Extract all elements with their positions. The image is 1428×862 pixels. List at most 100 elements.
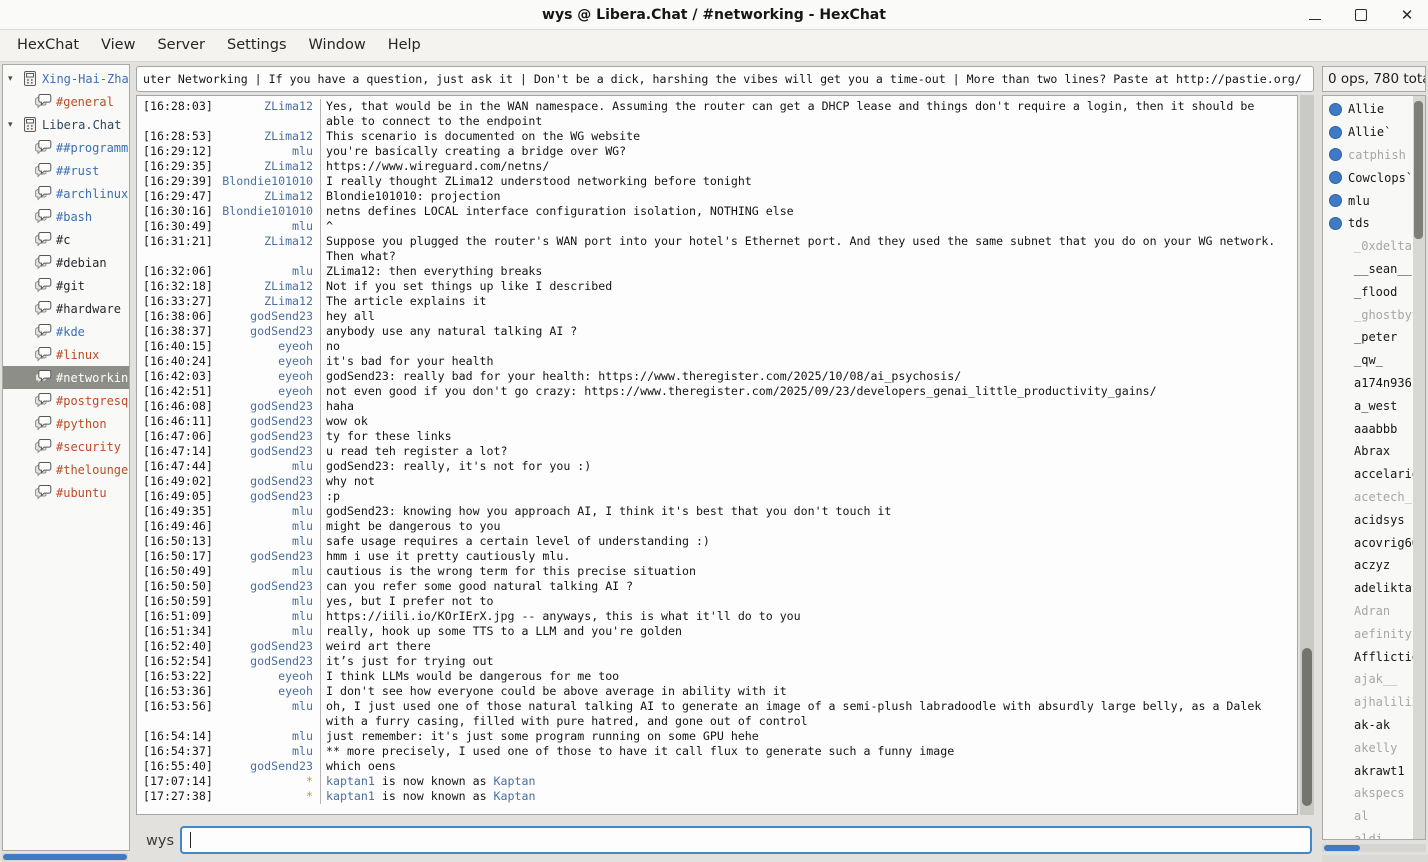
- tree-channel-row[interactable]: #ubuntu: [3, 481, 129, 504]
- chat-nick: Blondie101010: [221, 174, 313, 189]
- chat-nick: ZLima12: [221, 189, 313, 204]
- chat-message: Not if you set things up like I describe…: [320, 279, 1297, 294]
- tree-channel-row[interactable]: #hardware: [3, 297, 129, 320]
- message-part: is now known as: [375, 774, 494, 788]
- tree-channel-row[interactable]: #debian: [3, 251, 129, 274]
- user-list-item[interactable]: akelly: [1323, 736, 1425, 759]
- chat-message: ^: [320, 219, 1297, 234]
- close-button[interactable]: ✕: [1398, 6, 1416, 24]
- user-list-item[interactable]: aldi: [1323, 828, 1425, 841]
- window-controls: ✕: [1306, 0, 1416, 30]
- user-list-item[interactable]: _flood: [1323, 280, 1425, 303]
- chat-timestamp: [17:07:14]: [137, 774, 221, 789]
- chat-timestamp: [16:47:14]: [137, 444, 221, 459]
- scrollbar-thumb[interactable]: [1414, 101, 1423, 239]
- user-list-item[interactable]: a174n936: [1323, 372, 1425, 395]
- menu-item-window[interactable]: Window: [298, 30, 377, 61]
- scrollbar-thumb[interactable]: [1324, 845, 1360, 851]
- chat-message: godSend23: really bad for your health: h…: [320, 369, 1297, 384]
- user-list-item[interactable]: acovrig60: [1323, 531, 1425, 554]
- chat-nick: mlu: [221, 699, 313, 729]
- menu-item-view[interactable]: View: [90, 30, 146, 61]
- user-list-item[interactable]: Affliction: [1323, 645, 1425, 668]
- tree-channel-row[interactable]: ##rust: [3, 159, 129, 182]
- menu-item-settings[interactable]: Settings: [216, 30, 297, 61]
- tree-server-row[interactable]: ▾Libera.Chat: [3, 113, 129, 136]
- menu-item-server[interactable]: Server: [146, 30, 216, 61]
- user-list-item[interactable]: Allie: [1323, 98, 1425, 121]
- expander-icon[interactable]: ▾: [8, 120, 19, 130]
- chat-line: [16:29:47]ZLima12Blondie101010: projecti…: [137, 189, 1297, 204]
- user-list-item[interactable]: Allie`: [1323, 121, 1425, 144]
- user-list-item[interactable]: akspecs: [1323, 782, 1425, 805]
- tree-channel-row[interactable]: #git: [3, 274, 129, 297]
- user-list-item[interactable]: tds: [1323, 212, 1425, 235]
- user-list-item[interactable]: acidsys: [1323, 508, 1425, 531]
- menu-item-help[interactable]: Help: [377, 30, 432, 61]
- tree-channel-row[interactable]: #thelounge: [3, 458, 129, 481]
- tree-channel-row[interactable]: #python: [3, 412, 129, 435]
- maximize-button[interactable]: [1352, 6, 1370, 24]
- user-list-item[interactable]: acetech_: [1323, 486, 1425, 509]
- scrollbar-thumb[interactable]: [3, 854, 127, 860]
- channel-tree-hscrollbar[interactable]: [2, 853, 128, 861]
- chat-log: [16:28:03]ZLima12Yes, that would be in t…: [136, 95, 1298, 815]
- user-list-item[interactable]: al: [1323, 805, 1425, 828]
- user-list-item[interactable]: _peter: [1323, 326, 1425, 349]
- chat-timestamp: [16:29:39]: [137, 174, 221, 189]
- user-list-item[interactable]: Adran: [1323, 600, 1425, 623]
- minimize-button[interactable]: [1306, 6, 1324, 24]
- channel-icon: [35, 186, 52, 201]
- user-status-dot-icon: [1329, 126, 1342, 139]
- chat-nick: mlu: [221, 729, 313, 744]
- user-list-item[interactable]: aaabbb: [1323, 417, 1425, 440]
- scrollbar-thumb[interactable]: [1302, 648, 1312, 806]
- user-list-item[interactable]: accelario: [1323, 463, 1425, 486]
- tree-label: #c: [56, 233, 70, 247]
- tree-channel-row[interactable]: #archlinux: [3, 182, 129, 205]
- tree-channel-row[interactable]: #postgresql: [3, 389, 129, 412]
- chat-line: [16:40:15]eyeohno: [137, 339, 1297, 354]
- chat-vscrollbar[interactable]: [1300, 95, 1314, 815]
- user-list-item[interactable]: Cowclops`: [1323, 166, 1425, 189]
- tree-channel-row[interactable]: #linux: [3, 343, 129, 366]
- user-list-item[interactable]: Abrax: [1323, 440, 1425, 463]
- tree-server-row[interactable]: ▾Xing-Hai-Zhan: [3, 67, 129, 90]
- chat-message: oh, I just used one of those natural tal…: [320, 699, 1297, 729]
- chat-nick: godSend23: [221, 549, 313, 564]
- user-list-item[interactable]: ak-ak: [1323, 714, 1425, 737]
- user-list-item[interactable]: ajak__: [1323, 668, 1425, 691]
- user-list-item[interactable]: aczyz: [1323, 554, 1425, 577]
- chat-line: [16:49:35]mlugodSend23: knowing how you …: [137, 504, 1297, 519]
- channel-tree: ▾Xing-Hai-Zhan#general▾Libera.Chat##prog…: [2, 64, 130, 851]
- userlist-vscrollbar[interactable]: [1413, 96, 1425, 839]
- user-list-item[interactable]: a_west: [1323, 394, 1425, 417]
- tree-channel-row[interactable]: #kde: [3, 320, 129, 343]
- chat-message: godSend23: knowing how you approach AI, …: [320, 504, 1297, 519]
- user-name: acovrig60: [1354, 536, 1419, 550]
- own-nick-button[interactable]: wys: [146, 827, 174, 855]
- user-list-item[interactable]: aefinity: [1323, 622, 1425, 645]
- user-list-item[interactable]: catphish: [1323, 144, 1425, 167]
- tree-channel-row[interactable]: #general: [3, 90, 129, 113]
- tree-channel-row[interactable]: #bash: [3, 205, 129, 228]
- user-list-item[interactable]: mlu: [1323, 189, 1425, 212]
- chat-nick: godSend23: [221, 414, 313, 429]
- user-list-item[interactable]: ajhalili2: [1323, 691, 1425, 714]
- tree-channel-row[interactable]: ##programming: [3, 136, 129, 159]
- tree-channel-row[interactable]: #c: [3, 228, 129, 251]
- user-list-item[interactable]: adeliktas: [1323, 577, 1425, 600]
- message-input[interactable]: [180, 826, 1312, 854]
- tree-channel-row[interactable]: #security: [3, 435, 129, 458]
- user-list-item[interactable]: akrawt1: [1323, 759, 1425, 782]
- userlist-hscrollbar[interactable]: [1322, 844, 1426, 852]
- expander-icon[interactable]: ▾: [8, 74, 19, 84]
- chat-timestamp: [16:53:22]: [137, 669, 221, 684]
- menu-item-hexchat[interactable]: HexChat: [6, 30, 90, 61]
- user-list-item[interactable]: _0xdelta: [1323, 235, 1425, 258]
- user-list-item[interactable]: _ghostbyte: [1323, 303, 1425, 326]
- topic-input[interactable]: uter Networking | If you have a question…: [136, 66, 1314, 92]
- user-list-item[interactable]: _qw_: [1323, 349, 1425, 372]
- user-list-item[interactable]: __sean__: [1323, 258, 1425, 281]
- tree-channel-row[interactable]: #networking: [3, 366, 129, 389]
